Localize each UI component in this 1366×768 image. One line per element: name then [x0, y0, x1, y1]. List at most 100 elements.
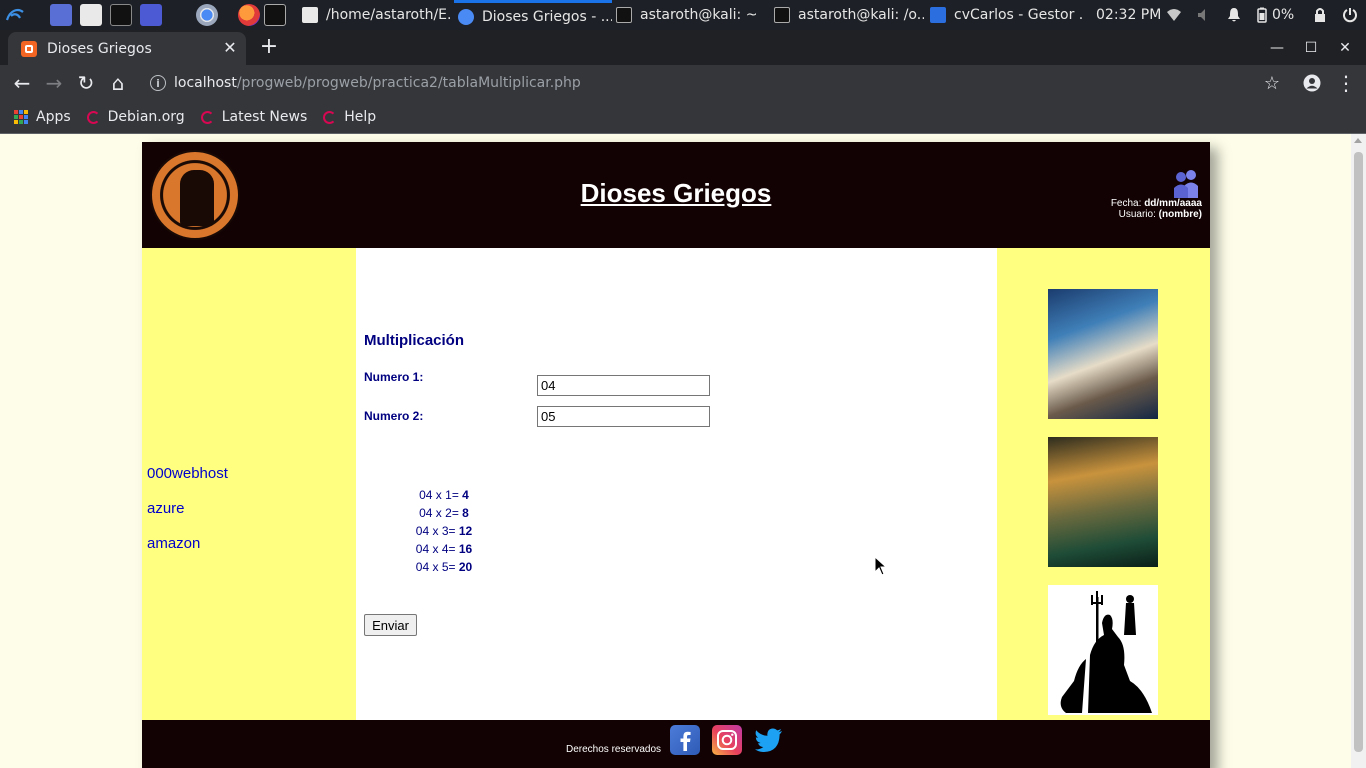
- bookmark-help[interactable]: Help: [323, 109, 376, 125]
- forward-icon[interactable]: →: [40, 69, 68, 97]
- task-terminal-1[interactable]: astaroth@kali: ~: [612, 0, 768, 30]
- task-file-manager[interactable]: cvCarlos - Gestor ...: [926, 0, 1084, 30]
- link-amazon[interactable]: amazon: [147, 535, 200, 552]
- debian-icon: [86, 110, 100, 124]
- home-icon[interactable]: ⌂: [104, 69, 132, 97]
- chrome-icon[interactable]: [196, 4, 218, 26]
- poseidon-image: [1048, 437, 1158, 567]
- row-result: 20: [458, 560, 473, 574]
- link-000webhost[interactable]: 000webhost: [147, 465, 228, 482]
- task-label: cvCarlos - Gestor ...: [954, 7, 1084, 23]
- close-tab-icon[interactable]: ✕: [222, 40, 238, 56]
- bookmark-label: Latest News: [221, 109, 308, 125]
- page-viewport: Dioses Griegos Fecha: dd/mm/aaaa Usuario…: [0, 134, 1366, 768]
- usuario-line: Usuario: (nombre): [1119, 209, 1202, 220]
- numero1-input[interactable]: [537, 375, 710, 396]
- site-info-icon[interactable]: i: [150, 75, 166, 91]
- minimize-icon[interactable]: —: [1260, 30, 1294, 65]
- site-title[interactable]: Dioses Griegos: [142, 178, 1210, 209]
- clock[interactable]: 02:32 PM: [1096, 0, 1161, 30]
- link-azure[interactable]: azure: [147, 500, 185, 517]
- task-file[interactable]: /home/astaroth/E...: [298, 0, 450, 30]
- row-result: 4: [462, 488, 469, 502]
- browser-toolbar: ← → ↻ ⌂ i localhost/progweb/progweb/prac…: [0, 65, 1366, 101]
- chrome-icon: [458, 8, 474, 25]
- row-expression: 04 x 5=: [415, 560, 456, 574]
- row-result: 8: [462, 506, 469, 520]
- desktop-icon[interactable]: [50, 4, 72, 26]
- notification-bell-icon[interactable]: [1226, 7, 1242, 23]
- row-expression: 04 x 3=: [415, 524, 456, 538]
- fecha-value: dd/mm/aaaa: [1144, 198, 1202, 209]
- file-manager-icon[interactable]: [80, 4, 102, 26]
- folder-icon: [930, 7, 946, 23]
- site-header: Dioses Griegos Fecha: dd/mm/aaaa Usuario…: [142, 142, 1210, 248]
- bookmark-label: Debian.org: [107, 109, 185, 125]
- kali-menu-icon[interactable]: [4, 4, 26, 26]
- new-tab-icon[interactable]: +: [258, 36, 280, 58]
- table-row: 04 x 1= 4: [356, 488, 532, 502]
- close-window-icon[interactable]: ✕: [1328, 30, 1362, 65]
- bookmarks-bar: Apps Debian.org Latest News Help: [0, 101, 1366, 134]
- site-footer: Derechos reservados: [142, 720, 1210, 768]
- bookmark-debian[interactable]: Debian.org: [86, 109, 185, 125]
- maximize-icon[interactable]: ☐: [1294, 30, 1328, 65]
- numero2-label: Numero 2:: [364, 409, 424, 423]
- enviar-button[interactable]: Enviar: [364, 614, 417, 636]
- address-bar[interactable]: i localhost/progweb/progweb/practica2/ta…: [140, 69, 1290, 97]
- xampp-favicon-icon: [21, 40, 37, 57]
- apps-grid-icon: [14, 110, 28, 124]
- numero1-label: Numero 1:: [364, 370, 424, 384]
- menu-dots-icon[interactable]: ⋮: [1332, 69, 1360, 97]
- volume-icon[interactable]: [1196, 7, 1212, 23]
- twitter-icon[interactable]: [754, 725, 784, 755]
- facebook-icon[interactable]: [670, 725, 700, 755]
- wifi-icon[interactable]: [1166, 7, 1182, 23]
- debian-icon: [323, 110, 337, 124]
- terminal-icon: [774, 7, 790, 23]
- table-row: 04 x 3= 12: [356, 524, 532, 538]
- debian-icon: [200, 110, 214, 124]
- document-icon: [302, 7, 318, 23]
- profile-icon[interactable]: [1298, 69, 1326, 97]
- task-label: astaroth@kali: ~: [640, 7, 758, 23]
- battery-percent: 0%: [1272, 7, 1295, 23]
- battery-icon[interactable]: [1254, 7, 1270, 23]
- lock-icon[interactable]: [1312, 7, 1328, 23]
- terminal-icon[interactable]: [110, 4, 132, 26]
- mouse-cursor-icon: [874, 556, 888, 576]
- copyright-text: Derechos reservados: [566, 744, 662, 755]
- row-result: 12: [458, 524, 473, 538]
- task-browser[interactable]: Dioses Griegos - ...: [454, 0, 612, 30]
- row-expression: 04 x 2=: [419, 506, 459, 520]
- page-scrollbar[interactable]: [1351, 134, 1366, 768]
- instagram-icon[interactable]: [712, 725, 742, 755]
- usuario-label: Usuario:: [1118, 209, 1156, 220]
- row-expression: 04 x 1=: [419, 488, 459, 502]
- firefox-icon[interactable]: [238, 4, 260, 26]
- task-terminal-2[interactable]: astaroth@kali: /o...: [770, 0, 924, 30]
- tab-dioses-griegos[interactable]: Dioses Griegos ✕: [8, 32, 246, 65]
- tab-strip: Dioses Griegos ✕ + — ☐ ✕: [0, 30, 1366, 65]
- users-icon: [1174, 170, 1198, 198]
- reload-icon[interactable]: ↻: [72, 69, 100, 97]
- bookmark-apps[interactable]: Apps: [14, 109, 71, 125]
- task-label: Dioses Griegos - ...: [482, 8, 612, 25]
- screen-recorder-icon[interactable]: [140, 4, 162, 26]
- terminal-icon[interactable]: [264, 4, 286, 26]
- bookmark-latest-news[interactable]: Latest News: [200, 109, 308, 125]
- back-icon[interactable]: ←: [8, 69, 36, 97]
- table-row: 04 x 5= 20: [356, 560, 532, 574]
- form-title: Multiplicación: [364, 332, 465, 349]
- scroll-thumb[interactable]: [1354, 152, 1363, 752]
- terminal-icon: [616, 7, 632, 23]
- url-host: localhost: [174, 75, 237, 91]
- fecha-line: Fecha: dd/mm/aaaa: [1111, 198, 1202, 209]
- scroll-up-arrow-icon[interactable]: [1354, 138, 1362, 143]
- zeus-image: [1048, 289, 1158, 419]
- bookmark-star-icon[interactable]: ☆: [1258, 69, 1286, 97]
- task-label: /home/astaroth/E...: [326, 7, 450, 23]
- power-icon[interactable]: [1342, 7, 1358, 23]
- fecha-label: Fecha:: [1110, 198, 1142, 209]
- numero2-input[interactable]: [537, 406, 710, 427]
